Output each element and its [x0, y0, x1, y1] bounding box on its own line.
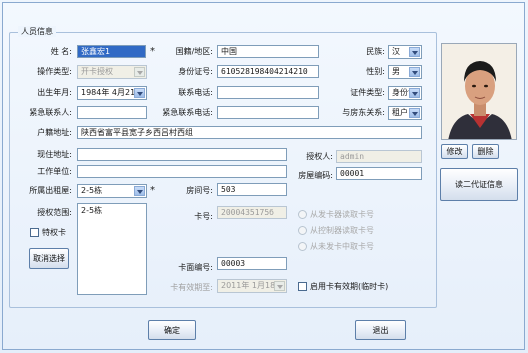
group-title: 人员信息	[18, 26, 56, 37]
ethnic-select[interactable]: 汉	[388, 45, 422, 59]
card-expiry-label: 卡有效期至:	[170, 283, 213, 292]
authorizer-input: admin	[336, 150, 422, 163]
read-unissued-label: 从未发卡中取卡号	[310, 242, 374, 251]
hukou-address-label: 户籍地址:	[37, 128, 72, 137]
card-face-no-input[interactable]: 00003	[217, 257, 287, 270]
id-type-select[interactable]: 身份证	[388, 86, 422, 100]
relation-select[interactable]: 租户	[388, 106, 422, 120]
emergency-phone-input[interactable]	[217, 106, 319, 119]
required-mark: *	[150, 185, 155, 196]
list-item[interactable]: 2-5栋	[78, 204, 146, 217]
modify-photo-button[interactable]: 修改	[441, 144, 468, 159]
current-address-label: 现住地址:	[37, 150, 72, 159]
phone-input[interactable]	[217, 86, 319, 99]
name-label: 姓 名:	[50, 47, 72, 56]
hukou-address-input[interactable]: 陕西省富平县宽子乡西吕村西组	[77, 126, 422, 139]
house-code-label: 房屋编码:	[298, 171, 333, 180]
name-input[interactable]: 张鑫宏1	[77, 45, 146, 58]
country-label: 国籍/地区:	[175, 47, 213, 56]
read-from-controller-radio	[298, 226, 307, 235]
country-input[interactable]: 中国	[217, 45, 319, 58]
ok-button[interactable]: 确定	[148, 320, 196, 340]
building-label: 所属出租屋:	[29, 186, 72, 195]
read-from-issuer-radio	[298, 210, 307, 219]
id-type-label: 证件类型:	[350, 88, 385, 97]
special-card-label: 特权卡	[42, 228, 66, 237]
chevron-down-icon[interactable]	[134, 186, 145, 196]
delete-photo-button[interactable]: 删除	[472, 144, 499, 159]
exit-button[interactable]: 退出	[355, 320, 406, 340]
chevron-down-icon[interactable]	[409, 67, 420, 77]
read-id-card-button[interactable]: 读二代证信息	[440, 168, 518, 201]
chevron-down-icon[interactable]	[409, 88, 420, 98]
enable-expiry-checkbox[interactable]	[298, 282, 307, 291]
work-unit-input[interactable]	[77, 165, 287, 178]
current-address-input[interactable]	[77, 148, 287, 161]
chevron-down-icon[interactable]	[409, 108, 420, 118]
person-photo	[441, 43, 517, 140]
emergency-contact-input[interactable]	[77, 106, 147, 119]
room-no-input[interactable]: 503	[217, 183, 287, 196]
read-from-controller-label: 从控制器读取卡号	[310, 226, 374, 235]
phone-label: 联系电话:	[178, 88, 213, 97]
required-mark: *	[150, 46, 155, 57]
special-card-checkbox[interactable]	[30, 228, 39, 237]
card-no-input: 2000435175б	[217, 206, 287, 219]
work-unit-label: 工作单位:	[37, 167, 72, 176]
cancel-select-button[interactable]: 取消选择	[29, 248, 69, 269]
auth-scope-list[interactable]: 2-5栋	[77, 203, 147, 295]
read-from-issuer-label: 从发卡器读取卡号	[310, 210, 374, 219]
authorizer-label: 授权人:	[306, 152, 333, 161]
gender-label: 性别:	[366, 67, 385, 76]
card-face-no-label: 卡面编号:	[178, 263, 213, 272]
op-type-select: 开卡授权	[77, 65, 147, 79]
card-no-label: 卡号:	[194, 212, 213, 221]
chevron-down-icon	[134, 67, 145, 77]
room-no-label: 房间号:	[186, 186, 213, 195]
chevron-down-icon[interactable]	[409, 47, 420, 57]
chevron-down-icon[interactable]	[134, 88, 145, 98]
chevron-down-icon	[274, 281, 285, 291]
op-type-label: 操作类型:	[37, 67, 72, 76]
read-unissued-radio	[298, 242, 307, 251]
id-no-input[interactable]: 610528198404214210	[217, 65, 319, 78]
id-no-label: 身份证号:	[178, 67, 213, 76]
birth-date-picker[interactable]: 1984年 4月21日	[77, 86, 147, 100]
emergency-contact-label: 紧急联系人:	[29, 108, 72, 117]
ethnic-label: 民族:	[366, 47, 385, 56]
house-code-input[interactable]: 00001	[336, 167, 422, 180]
relation-label: 与房东关系:	[342, 108, 385, 117]
person-photo-image	[442, 44, 516, 139]
auth-scope-label: 授权范围:	[37, 208, 72, 217]
emergency-phone-label: 紧急联系电话:	[162, 108, 213, 117]
building-select[interactable]: 2-5栋	[77, 184, 147, 198]
gender-select[interactable]: 男	[388, 65, 422, 79]
enable-expiry-label: 启用卡有效期(临时卡)	[310, 282, 389, 291]
birth-label: 出生年月:	[37, 88, 72, 97]
card-expiry-picker: 2011年 1月18日	[217, 279, 287, 293]
